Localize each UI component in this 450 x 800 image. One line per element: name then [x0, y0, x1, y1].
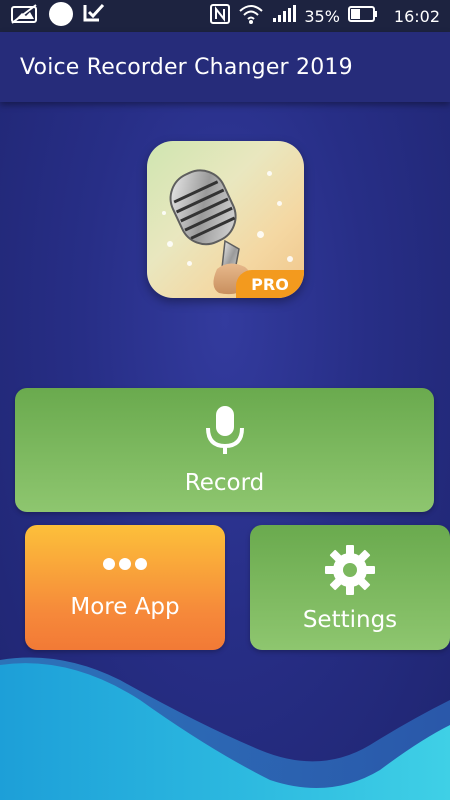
settings-label: Settings	[302, 606, 398, 633]
photo-notification-icon	[10, 3, 40, 29]
pro-badge: PRO	[236, 270, 304, 298]
circle-notification-icon	[48, 1, 74, 31]
record-button[interactable]: Record	[15, 388, 434, 512]
more-app-label: More App	[70, 593, 180, 620]
app-bar: Voice Recorder Changer 2019	[0, 32, 450, 102]
decorative-wave	[0, 657, 450, 800]
status-system: 35% 16:02	[210, 3, 440, 29]
microphone-icon	[203, 404, 247, 460]
gear-icon	[323, 543, 377, 601]
settings-button[interactable]: Settings	[250, 525, 450, 650]
app-logo: PRO	[147, 141, 304, 298]
clock: 16:02	[393, 6, 440, 26]
battery-icon	[347, 6, 378, 26]
record-label: Record	[184, 470, 265, 496]
wifi-icon	[238, 3, 264, 29]
app-screen: 35% 16:02 Voice Recorder Changer 2019 PR…	[0, 0, 450, 800]
more-app-button[interactable]: More App	[25, 525, 225, 650]
more-dots-icon	[101, 556, 149, 576]
signal-icon	[272, 5, 297, 27]
status-bar: 35% 16:02	[0, 0, 450, 32]
download-check-icon	[82, 2, 106, 30]
app-title: Voice Recorder Changer 2019	[20, 54, 353, 80]
status-notifications	[10, 1, 106, 31]
battery-percent: 35%	[304, 6, 340, 26]
nfc-icon	[210, 4, 231, 28]
